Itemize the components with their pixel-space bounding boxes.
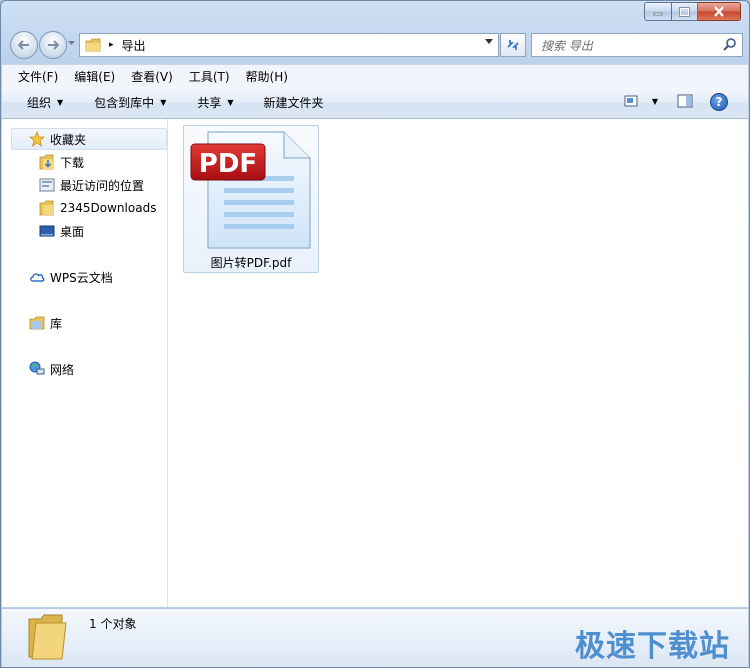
preview-pane-icon[interactable] <box>677 94 693 108</box>
nav-item-libraries[interactable]: 库 <box>29 313 62 333</box>
nav-item-network[interactable]: 网络 <box>29 359 74 379</box>
status-bar: 1 个对象 极速下载站 <box>2 608 748 667</box>
nav-label: 最近访问的位置 <box>60 178 145 193</box>
nav-item-wps-cloud[interactable]: WPS云文档 <box>29 267 113 287</box>
file-name[interactable]: 图片转PDF.pdf <box>184 254 318 271</box>
back-arrow-icon <box>17 40 29 50</box>
chevron-down-icon: ▼ <box>57 98 64 107</box>
nav-item-recent-places[interactable]: 最近访问的位置 <box>39 175 144 195</box>
organize-label: 组织 <box>27 96 52 110</box>
address-dropdown-icon[interactable] <box>485 39 493 45</box>
refresh-icon <box>507 40 519 50</box>
close-icon <box>714 6 724 17</box>
chevron-down-icon: ▼ <box>160 98 167 107</box>
file-item[interactable]: PDF 图片转PDF.pdf <box>183 125 319 273</box>
menu-file[interactable]: 文件(F) <box>18 68 58 85</box>
forward-button[interactable] <box>39 31 67 59</box>
maximize-button[interactable] <box>672 2 698 21</box>
watermark: 极速下载站 <box>575 629 730 664</box>
caption-buttons <box>644 2 741 21</box>
minimize-button[interactable] <box>644 2 672 21</box>
explorer-window: ▸ 导出 搜索 导出 文件(F) 编辑(E) 查看(V) 工具(T) 帮助(H)… <box>0 0 750 668</box>
menu-bar: 文件(F) 编辑(E) 查看(V) 工具(T) 帮助(H) <box>2 64 748 88</box>
star-icon <box>29 131 45 147</box>
share-label: 共享 <box>197 96 222 110</box>
search-box[interactable]: 搜索 导出 <box>531 33 743 57</box>
pdf-file-icon: PDF <box>190 131 311 249</box>
nav-label: 库 <box>50 316 63 331</box>
include-in-library-label: 包含到库中 <box>94 96 155 110</box>
nav-item-2345downloads[interactable]: 2345Downloads <box>39 198 156 218</box>
organize-button[interactable]: 组织 ▼ <box>27 94 63 111</box>
view-icon <box>624 95 638 107</box>
menu-tools[interactable]: 工具(T) <box>189 68 230 85</box>
close-button[interactable] <box>698 2 741 21</box>
nav-label: 2345Downloads <box>60 201 157 215</box>
refresh-button[interactable] <box>500 33 526 57</box>
nav-item-desktop[interactable]: 桌面 <box>39 221 84 241</box>
nav-label: 网络 <box>50 362 75 377</box>
search-placeholder[interactable]: 搜索 导出 <box>541 37 593 54</box>
new-folder-button[interactable]: 新建文件夹 <box>264 94 324 111</box>
recent-pages-chevron-icon[interactable] <box>68 41 75 46</box>
breadcrumb-current[interactable]: 导出 <box>122 37 146 54</box>
library-icon <box>29 316 45 330</box>
include-in-library-button[interactable]: 包含到库中 ▼ <box>94 94 166 111</box>
downloads-folder-icon <box>39 154 54 170</box>
cloud-icon <box>30 273 45 282</box>
nav-label: 收藏夹 <box>50 132 87 147</box>
pdf-badge: PDF <box>199 149 257 179</box>
back-button[interactable] <box>10 31 38 59</box>
menu-help[interactable]: 帮助(H) <box>246 68 288 85</box>
share-button[interactable]: 共享 ▼ <box>197 94 233 111</box>
help-icon[interactable]: ? <box>710 93 728 111</box>
menu-edit[interactable]: 编辑(E) <box>74 68 115 85</box>
address-bar[interactable]: ▸ 导出 <box>79 33 499 57</box>
nav-label: 下载 <box>60 155 85 170</box>
forward-arrow-icon <box>48 40 60 50</box>
maximize-icon <box>679 6 690 17</box>
file-list: PDF 图片转PDF.pdf <box>168 119 748 607</box>
minimize-icon <box>653 12 663 15</box>
folder-icon <box>39 200 54 216</box>
nav-item-favorites[interactable]: 收藏夹 <box>11 128 167 150</box>
breadcrumb-separator[interactable]: ▸ <box>109 40 114 50</box>
desktop-icon <box>39 225 55 237</box>
item-count: 1 个对象 <box>89 617 137 631</box>
change-view-button[interactable]: ▼ <box>624 95 658 107</box>
recent-places-icon <box>39 178 55 192</box>
folder-icon <box>28 614 67 660</box>
nav-item-downloads[interactable]: 下载 <box>39 152 84 172</box>
menu-view[interactable]: 查看(V) <box>131 68 173 85</box>
nav-label: 桌面 <box>60 224 85 239</box>
chevron-down-icon: ▼ <box>227 98 234 107</box>
search-icon[interactable] <box>723 37 737 51</box>
new-folder-label: 新建文件夹 <box>263 96 324 110</box>
command-bar: 组织 ▼ 包含到库中 ▼ 共享 ▼ 新建文件夹 ▼ ? <box>2 87 748 119</box>
network-icon <box>29 361 45 375</box>
nav-label: WPS云文档 <box>50 270 113 285</box>
folder-icon <box>85 38 101 52</box>
chevron-down-icon: ▼ <box>651 96 658 106</box>
navigation-pane: 收藏夹 下载 最近访问的位置 2345Downloads 桌面 WPS云文档 库 <box>2 119 168 607</box>
